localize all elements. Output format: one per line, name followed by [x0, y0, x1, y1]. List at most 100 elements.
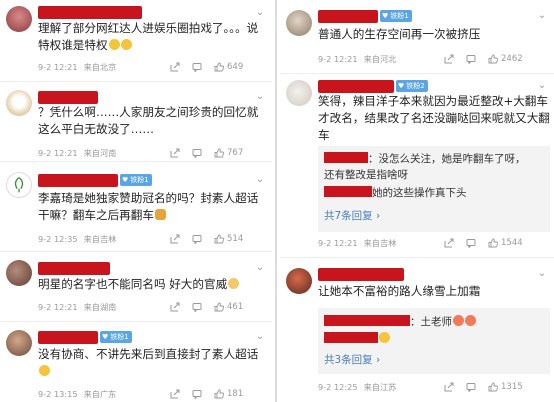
like-button[interactable]: 1315	[488, 382, 523, 392]
avatar[interactable]	[6, 172, 32, 198]
like-icon	[214, 62, 224, 72]
view-all-replies-link[interactable]: 共3条回复 ›	[324, 352, 380, 367]
comment-meta: 9-2 12:35 来自吉林	[38, 234, 117, 244]
chevron-down-icon[interactable]: ⌄	[254, 174, 266, 186]
avatar[interactable]	[6, 90, 32, 116]
redacted-username	[324, 186, 372, 197]
reply-preview-box[interactable]: ：土老师 共3条回复 ›	[318, 308, 550, 374]
fan-badge: ♥ 铁粉1	[120, 174, 152, 186]
redacted-username[interactable]	[318, 10, 378, 23]
comment-button[interactable]	[466, 382, 476, 392]
like-button[interactable]: 514	[214, 234, 243, 244]
comment-icon	[192, 303, 202, 312]
comment-text: 李嘉琦是她独家赞助冠名的吗？封素人超话干嘛？翻车之后再翻车	[38, 191, 259, 222]
emoji-icon	[453, 315, 464, 326]
comment-button[interactable]	[192, 62, 202, 72]
share-icon	[444, 382, 454, 392]
chevron-down-icon[interactable]: ⌄	[536, 80, 548, 92]
reply-line	[324, 332, 390, 347]
like-icon	[214, 234, 224, 244]
redacted-username[interactable]	[318, 268, 404, 281]
comment-meta: 9-2 12:21 来自湖南	[38, 302, 117, 312]
view-all-replies-link[interactable]: 共7条回复 ›	[324, 208, 380, 223]
like-button[interactable]: 461	[214, 302, 243, 312]
share-button[interactable]	[444, 54, 454, 64]
comment-icon	[466, 239, 476, 248]
comment-meta: 9-2 12:21 来自河北	[318, 54, 397, 64]
comment-actions: 767	[170, 147, 243, 159]
chevron-down-icon[interactable]: ⌄	[254, 262, 266, 274]
share-icon	[170, 62, 180, 72]
comment-actions: 181	[170, 388, 243, 400]
comment-item: ⌄ 理解了部分网红达人进娱乐圈拍戏了。。。说特权谁是特权 9-2 12:21 来自…	[0, 0, 272, 82]
share-button[interactable]	[444, 382, 454, 392]
comment-icon	[192, 63, 202, 72]
share-icon	[170, 302, 180, 312]
chevron-down-icon[interactable]: ⌄	[254, 331, 266, 343]
like-button[interactable]: 2462	[488, 54, 523, 64]
avatar[interactable]	[6, 260, 32, 286]
comment-text: 没有协商、不讲先来后到直接封了素人超话	[38, 346, 264, 380]
comment-actions: 649	[170, 61, 243, 73]
comment-text: 让她本不富裕的路人缘雪上加霜	[318, 284, 481, 298]
like-button[interactable]: 767	[214, 148, 243, 158]
redacted-username[interactable]	[38, 6, 142, 19]
avatar[interactable]	[286, 10, 312, 36]
reply-line: 她的这些操作真下头	[324, 186, 467, 201]
comment-item: ⌄ 明星的名字也不能同名吗 好大的官威 9-2 12:21 来自湖南 461	[0, 252, 272, 322]
comment-meta: 9-2 12:21 来自河南	[38, 148, 117, 158]
redacted-username	[324, 152, 368, 163]
like-button[interactable]: 181	[214, 389, 243, 399]
comment-button[interactable]	[192, 234, 202, 244]
share-icon	[444, 238, 454, 248]
chevron-down-icon[interactable]: ⌄	[536, 10, 548, 22]
redacted-username[interactable]	[38, 174, 118, 187]
fan-badge: ♥ 铁粉1	[100, 331, 132, 343]
avatar[interactable]	[286, 268, 312, 294]
redacted-username[interactable]	[38, 91, 98, 104]
comment-actions: 1544	[444, 237, 523, 249]
avatar[interactable]	[6, 330, 32, 356]
comment-item: ⌄ 让她本不富裕的路人缘雪上加霜 ：土老师 共3条回复 › 9-2 12:25 来…	[280, 258, 554, 402]
comment-item: ♥ 铁粉1 ⌄ 没有协商、不讲先来后到直接封了素人超话 9-2 13:15 来自广东…	[0, 322, 272, 402]
comment-icon	[192, 390, 202, 399]
chevron-down-icon[interactable]: ⌄	[254, 91, 266, 103]
share-button[interactable]	[170, 62, 180, 72]
comment-button[interactable]	[466, 238, 476, 248]
reply-line: 还有整改是指啥呀	[324, 169, 408, 181]
fan-badge: ♥ 铁粉2	[396, 80, 428, 92]
share-button[interactable]	[170, 234, 180, 244]
reply-preview-box[interactable]: ：没怎么关注，她是咋翻车了呀， 还有整改是指啥呀 她的这些操作真下头 共7条回复…	[318, 146, 550, 232]
comment-text: 明星的名字也不能同名吗 好大的官威	[38, 276, 264, 293]
left-comment-column: ⌄ 理解了部分网红达人进娱乐圈拍戏了。。。说特权谁是特权 9-2 12:21 来自…	[0, 0, 272, 402]
column-divider	[275, 0, 277, 402]
share-button[interactable]	[170, 389, 180, 399]
share-button[interactable]	[444, 238, 454, 248]
share-button[interactable]	[170, 148, 180, 158]
like-icon	[214, 148, 224, 158]
comment-icon	[466, 55, 476, 64]
redacted-username	[324, 332, 378, 343]
chevron-down-icon[interactable]: ⌄	[536, 268, 548, 280]
comment-button[interactable]	[192, 148, 202, 158]
comment-button[interactable]	[192, 302, 202, 312]
comment-item: ♥ 铁粉1 ⌄ 普通人的生存空间再一次被挤压 9-2 12:21 来自河北 2462	[280, 0, 554, 74]
avatar[interactable]	[286, 80, 312, 106]
avatar[interactable]	[6, 6, 32, 32]
comment-button[interactable]	[192, 389, 202, 399]
redacted-username[interactable]	[38, 262, 110, 275]
like-icon	[488, 238, 498, 248]
comment-item: ♥ 铁粉2 ⌄ 笑得，辣目洋子本来就因为最近整改+大翻车才改名，结果改了名还没蹦哒…	[280, 74, 554, 258]
redacted-username[interactable]	[38, 331, 98, 344]
chevron-down-icon[interactable]: ⌄	[254, 7, 266, 19]
comment-item: ⌄ ？凭什么啊……人家朋友之间珍贵的回忆就这么平白无故没了…… 9-2 12:2…	[0, 82, 272, 162]
like-button[interactable]: 649	[214, 62, 243, 72]
comment-button[interactable]	[466, 54, 476, 64]
redacted-username[interactable]	[318, 80, 394, 93]
share-icon	[444, 54, 454, 64]
comment-actions: 2462	[444, 53, 523, 65]
share-button[interactable]	[170, 302, 180, 312]
crying-emoji-icon	[39, 365, 50, 376]
like-button[interactable]: 1544	[488, 238, 523, 248]
comment-text: ？凭什么啊……人家朋友之间珍贵的回忆就这么平白无故没了……	[38, 105, 259, 136]
